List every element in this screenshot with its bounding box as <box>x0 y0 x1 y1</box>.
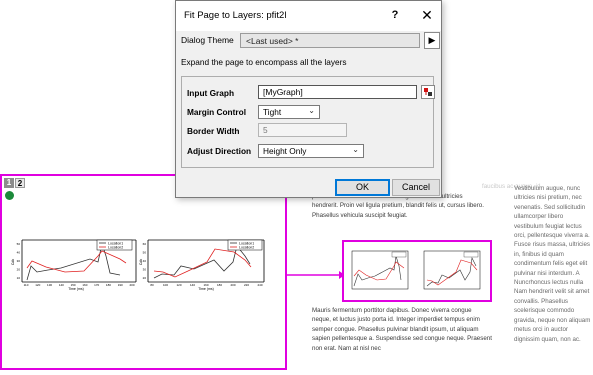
left-x-tick-180: 180 <box>106 283 111 287</box>
bottom-paragraph: Mauris fermentum porttitor dapibus. Done… <box>312 307 492 352</box>
help-button[interactable]: ? <box>388 9 402 21</box>
theme-menu-arrow-icon[interactable]: ▶ <box>424 32 440 49</box>
chevron-down-icon: ⌄ <box>308 106 315 115</box>
thumbnail-graphs <box>351 250 481 290</box>
left-layer: Location1 Location2 Time (ms) Cdk 110 120… <box>11 239 137 291</box>
series-location1-right <box>153 245 251 279</box>
right-x-tick-120: 120 <box>176 283 181 287</box>
left-x-tick-200: 200 <box>129 283 134 287</box>
right-x-tick-200: 200 <box>230 283 235 287</box>
left-x-tick-170: 170 <box>94 283 99 287</box>
right-x-tick-140: 140 <box>190 283 195 287</box>
right-y-tick-50: 50 <box>143 251 147 255</box>
graph-picker-button[interactable] <box>421 85 435 99</box>
graph-picker-icon <box>424 88 432 96</box>
left-y-tick-40: 40 <box>17 251 21 255</box>
dialog-description: Expand the page to encompass all the lay… <box>181 57 347 67</box>
left-x-tick-110: 110 <box>24 283 29 287</box>
margin-control-value: Tight <box>263 107 282 117</box>
fit-page-dialog[interactable]: Fit Page to Layers: pfit2l ? ✕ Dialog Th… <box>175 0 442 198</box>
chevron-down-icon: ⌄ <box>352 145 359 154</box>
connector-arrow <box>287 271 345 279</box>
legend-right-location2: Location2 <box>239 246 254 250</box>
left-y-tick-50: 50 <box>17 242 21 246</box>
right-y-tick-20: 20 <box>143 276 147 280</box>
right-y-tick-30: 30 <box>143 268 147 272</box>
left-y-tick-30: 30 <box>17 259 21 263</box>
right-x-tick-180: 180 <box>217 283 222 287</box>
adjust-direction-label: Adjust Direction <box>187 146 252 156</box>
left-y-title: Cdk <box>11 259 15 265</box>
right-column-paragraph: Vestibulum augue, nunc ultricies nisi pr… <box>514 185 591 343</box>
dialog-title: Fit Page to Layers: pfit2l <box>184 10 287 21</box>
legend-left-location2: Location2 <box>108 246 123 250</box>
right-x-tick-100: 100 <box>163 283 168 287</box>
graph-canvas: Location1 Location2 Time (ms) Cdk 110 120… <box>11 239 265 291</box>
dialog-theme-label: Dialog Theme <box>181 35 234 45</box>
left-x-tick-120: 120 <box>35 283 40 287</box>
right-x-tick-80: 80 <box>150 283 154 287</box>
adjust-direction-value: Height Only <box>263 146 307 156</box>
right-x-tick-220: 220 <box>244 283 249 287</box>
dialog-titlebar[interactable]: Fit Page to Layers: pfit2l ? ✕ <box>176 1 441 31</box>
border-width-field[interactable]: 5 <box>258 123 347 137</box>
close-button[interactable]: ✕ <box>420 7 434 24</box>
left-x-title: Time (ms) <box>68 287 84 291</box>
series-location2 <box>26 250 127 273</box>
right-x-tick-240: 240 <box>257 283 262 287</box>
dialog-theme-field[interactable]: <Last used> * <box>240 33 420 48</box>
right-y-tick-40: 40 <box>143 259 147 263</box>
input-graph-field[interactable]: [MyGraph] <box>258 85 417 99</box>
left-x-tick-150: 150 <box>71 283 76 287</box>
right-x-tick-160: 160 <box>203 283 208 287</box>
input-graph-label: Input Graph <box>187 88 235 98</box>
adjust-direction-select[interactable]: Height Only ⌄ <box>258 144 364 158</box>
left-x-tick-160: 160 <box>82 283 87 287</box>
left-y-tick-10: 10 <box>17 276 21 280</box>
series-location2-right <box>153 248 252 278</box>
margin-control-select[interactable]: Tight ⌄ <box>258 105 320 119</box>
left-x-tick-140: 140 <box>59 283 64 287</box>
right-layer: Location1 Location2 Time (ms) Cdk 80 100 1… <box>139 239 265 291</box>
cancel-button[interactable]: Cancel <box>392 179 440 196</box>
graph-window[interactable]: 1 2 Location1 Location2 Time (ms) Cdk 11… <box>0 174 287 370</box>
page-thumbnail <box>342 240 492 302</box>
left-x-tick-130: 130 <box>47 283 52 287</box>
right-x-title: Time (ms) <box>198 287 214 291</box>
left-x-tick-190: 190 <box>118 283 123 287</box>
border-width-label: Border Width <box>187 126 240 136</box>
ok-button[interactable]: OK <box>335 179 390 196</box>
margin-control-label: Margin Control <box>187 107 246 117</box>
right-y-tick-60: 60 <box>143 242 147 246</box>
left-y-tick-20: 20 <box>17 268 21 272</box>
